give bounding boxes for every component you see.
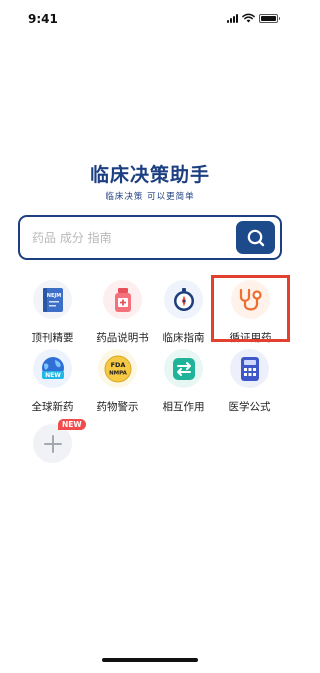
calculator-icon bbox=[230, 349, 269, 388]
highlight-frame bbox=[211, 275, 290, 342]
nmpa-text: NMPA bbox=[109, 370, 128, 376]
compass-icon bbox=[164, 280, 203, 319]
fda-text: FDA bbox=[110, 361, 125, 369]
journal-icon-text: NEJM bbox=[46, 293, 60, 299]
app-subtitle: 临床决策 可以更简单 bbox=[105, 192, 195, 202]
search-input[interactable] bbox=[32, 217, 228, 258]
journal-book-icon: NEJM bbox=[33, 280, 72, 319]
tile-label: 顶刊精要 bbox=[31, 332, 74, 344]
tile-drug-warnings[interactable]: FDA NMPA 药物警示 bbox=[80, 349, 155, 419]
tile-medical-formulas[interactable]: 医学公式 bbox=[212, 349, 287, 419]
tile-journal-highlights[interactable]: NEJM 顶刊精要 bbox=[15, 280, 90, 350]
tile-label: 临床指南 bbox=[162, 332, 205, 344]
new-badge: NEW bbox=[58, 419, 86, 430]
medicine-bottle-icon bbox=[103, 280, 142, 319]
tile-label: 医学公式 bbox=[228, 401, 271, 413]
tile-drug-interactions[interactable]: 相互作用 bbox=[146, 349, 221, 419]
fda-nmpa-icon: FDA NMPA bbox=[98, 349, 137, 388]
globe-new-icon: NEW bbox=[33, 349, 72, 388]
tile-add-more[interactable] bbox=[15, 424, 90, 494]
tile-label: 相互作用 bbox=[162, 401, 205, 413]
tile-global-new-drugs[interactable]: NEW 全球新药 bbox=[15, 349, 90, 419]
app-title: 临床决策助手 bbox=[89, 164, 210, 186]
search-icon bbox=[247, 229, 264, 246]
search-button[interactable] bbox=[236, 221, 275, 254]
battery-icon bbox=[259, 13, 280, 23]
tile-label: 药物警示 bbox=[96, 401, 139, 413]
home-indicator[interactable] bbox=[102, 658, 198, 662]
search-bar bbox=[18, 215, 282, 260]
brand-header: 临床决策助手 临床决策 可以更简单 bbox=[0, 160, 300, 202]
status-time: 9:41 bbox=[28, 12, 58, 26]
interaction-arrows-icon bbox=[164, 349, 203, 388]
wifi-icon bbox=[242, 13, 255, 23]
cellular-signal-icon bbox=[227, 13, 238, 23]
tile-clinical-guidelines[interactable]: 临床指南 bbox=[146, 280, 221, 350]
status-icons bbox=[227, 13, 280, 23]
status-bar: 9:41 bbox=[0, 0, 300, 36]
globe-icon-text: NEW bbox=[45, 372, 61, 379]
tile-label: 全球新药 bbox=[31, 401, 74, 413]
